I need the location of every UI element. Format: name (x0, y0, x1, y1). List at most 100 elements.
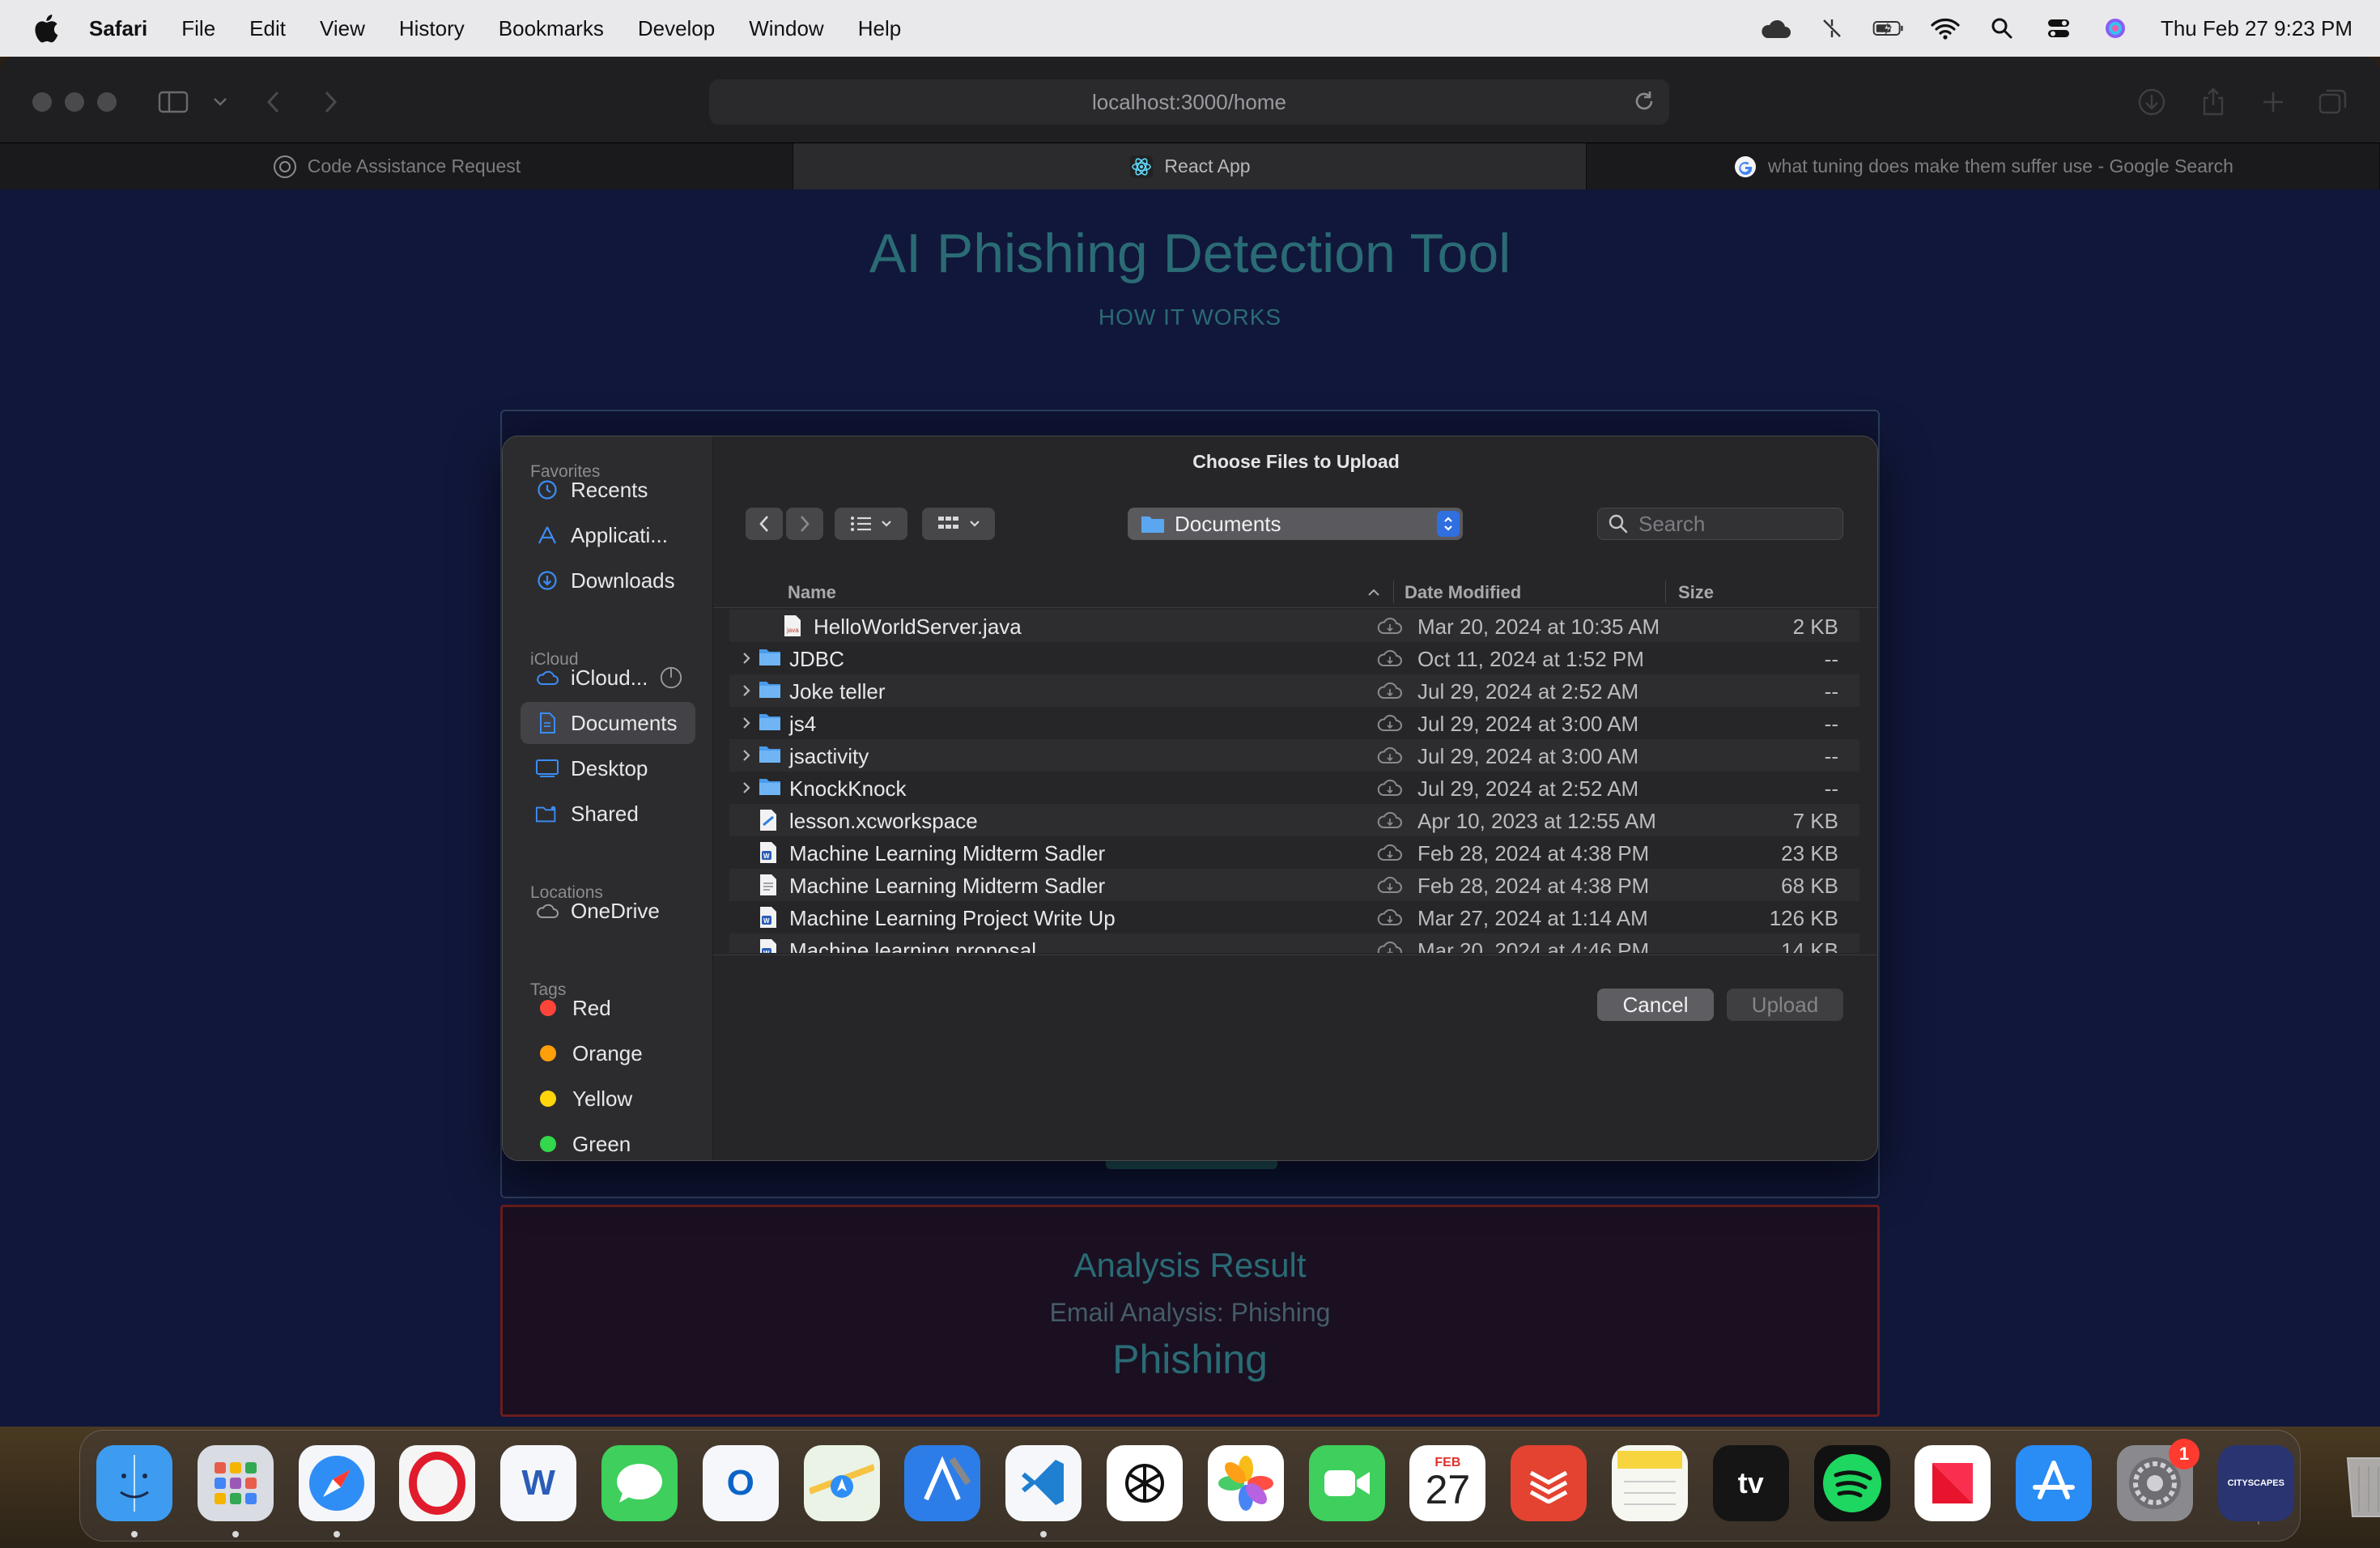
location-popup[interactable]: Documents (1128, 508, 1463, 540)
menu-edit[interactable]: Edit (249, 16, 286, 41)
wifi-icon[interactable] (1929, 12, 1961, 45)
sidebar-item-downloads[interactable]: Downloads (521, 559, 695, 602)
tab-code-assistance[interactable]: Code Assistance Request (0, 143, 793, 189)
back-icon[interactable] (256, 84, 291, 120)
tab-react-app[interactable]: React App (793, 143, 1587, 189)
sidebar-item-applications[interactable]: Applicati... (521, 514, 695, 556)
file-row[interactable]: java HelloWorldServer.java Mar 20, 2024 at… (729, 610, 1859, 642)
icloud-download-icon[interactable] (1377, 746, 1403, 765)
size-column-header[interactable]: Size (1678, 582, 1714, 603)
list-view-button[interactable] (835, 508, 907, 540)
share-icon[interactable] (2195, 84, 2231, 120)
sidebar-toggle-icon[interactable] (155, 84, 191, 120)
sidebar-item-icloud-drive[interactable]: iCloud... (521, 657, 695, 699)
dock-photos-icon[interactable] (1207, 1445, 1284, 1521)
dock-calendar-icon[interactable]: FEB 27 (1409, 1445, 1486, 1521)
sidebar-tag-orange[interactable]: Orange (521, 1032, 695, 1074)
group-view-button[interactable] (922, 508, 995, 540)
zoom-window-button[interactable] (97, 92, 117, 112)
sidebar-item-documents[interactable]: Documents (521, 702, 695, 744)
new-tab-icon[interactable] (2255, 84, 2291, 120)
menu-file[interactable]: File (181, 16, 215, 41)
dock-facetime-icon[interactable] (1308, 1445, 1385, 1521)
battery-icon[interactable] (1872, 12, 1905, 45)
dock-appstore-icon[interactable] (2016, 1445, 2093, 1521)
back-button[interactable] (746, 508, 783, 540)
dock-appletv-icon[interactable]: tv (1712, 1445, 1789, 1521)
mute-icon[interactable] (1816, 12, 1848, 45)
cancel-button[interactable]: Cancel (1597, 989, 1714, 1021)
dock-spotify-icon[interactable] (1813, 1445, 1890, 1521)
disclosure-triangle-icon[interactable] (737, 681, 755, 700)
sidebar-item-shared[interactable]: Shared (521, 793, 695, 835)
menu-view[interactable]: View (320, 16, 365, 41)
sidebar-item-onedrive[interactable]: OneDrive (521, 890, 695, 932)
sidebar-tag-green[interactable]: Green (521, 1123, 695, 1160)
file-row[interactable]: KnockKnock Jul 29, 2024 at 2:52 AM -- (729, 772, 1859, 804)
dock-notes-icon[interactable] (1612, 1445, 1688, 1521)
forward-icon[interactable] (312, 84, 348, 120)
file-row[interactable]: Joke teller Jul 29, 2024 at 2:52 AM -- (729, 674, 1859, 707)
file-row[interactable]: W Machine learning proposal Mar 20, 2024 a… (729, 933, 1859, 953)
date-column-header[interactable]: Date Modified (1405, 582, 1521, 603)
tab-google-search[interactable]: what tuning does make them suffer use - … (1587, 143, 2380, 189)
search-field[interactable]: Search (1597, 508, 1843, 540)
icloud-download-icon[interactable] (1377, 649, 1403, 668)
siri-icon[interactable] (2099, 12, 2131, 45)
forward-button[interactable] (786, 508, 823, 540)
dock-finder-icon[interactable] (96, 1445, 172, 1521)
dock-safari-icon[interactable] (298, 1445, 375, 1521)
dock-news-icon[interactable] (1915, 1445, 1991, 1521)
icloud-download-icon[interactable] (1377, 778, 1403, 797)
reload-icon[interactable] (1630, 87, 1658, 121)
file-row[interactable]: jsactivity Jul 29, 2024 at 3:00 AM -- (729, 739, 1859, 772)
sidebar-item-recents[interactable]: Recents (521, 469, 695, 511)
file-row[interactable]: Machine Learning Midterm Sadler Feb 28, 2… (729, 869, 1859, 901)
menu-bookmarks[interactable]: Bookmarks (499, 16, 604, 41)
icloud-download-icon[interactable] (1377, 843, 1403, 862)
icloud-download-icon[interactable] (1377, 713, 1403, 733)
file-row[interactable]: W Machine Learning Midterm Sadler Feb 28, … (729, 836, 1859, 869)
dock-opera-icon[interactable] (399, 1445, 476, 1521)
dock-chatgpt-icon[interactable] (1107, 1445, 1183, 1521)
icloud-download-icon[interactable] (1377, 810, 1403, 830)
sidebar-tag-yellow[interactable]: Yellow (521, 1078, 695, 1120)
dock-cityscapes-icon[interactable]: CITYSCAPES (2217, 1445, 2294, 1521)
apple-menu-icon[interactable] (31, 12, 60, 45)
dock-xcode-icon[interactable] (904, 1445, 981, 1521)
how-it-works-link[interactable]: HOW IT WORKS (0, 304, 2380, 330)
dock-word-icon[interactable]: W (500, 1445, 577, 1521)
address-bar[interactable]: localhost:3000/home (709, 79, 1669, 125)
file-row[interactable]: W Machine Learning Project Write Up Mar 27… (729, 901, 1859, 933)
close-window-button[interactable] (32, 92, 52, 112)
dock-todoist-icon[interactable] (1511, 1445, 1587, 1521)
icloud-download-icon[interactable] (1377, 940, 1403, 953)
file-row[interactable]: js4 Jul 29, 2024 at 3:00 AM -- (729, 707, 1859, 739)
sidebar-tag-red[interactable]: Red (521, 987, 695, 1029)
download-icon[interactable] (2134, 84, 2170, 120)
menu-window[interactable]: Window (749, 16, 823, 41)
name-column-header[interactable]: Name (788, 582, 836, 603)
dock-system-settings-icon[interactable]: 1 (2117, 1439, 2199, 1521)
chevron-down-icon[interactable] (202, 84, 238, 120)
disclosure-triangle-icon[interactable] (737, 778, 755, 797)
disclosure-triangle-icon[interactable] (737, 649, 755, 668)
upload-button[interactable]: Upload (1727, 989, 1843, 1021)
disclosure-triangle-icon[interactable] (737, 713, 755, 733)
menu-help[interactable]: Help (858, 16, 901, 41)
menubar-clock[interactable]: Thu Feb 27 9:23 PM (2161, 16, 2352, 41)
minimize-window-button[interactable] (65, 92, 84, 112)
dock-outlook-icon[interactable]: O (702, 1445, 779, 1521)
dock-messages-icon[interactable] (601, 1445, 678, 1521)
dock-maps-icon[interactable] (803, 1445, 880, 1521)
spotlight-search-icon[interactable] (1986, 12, 2018, 45)
disclosure-triangle-icon[interactable] (737, 746, 755, 765)
cloud-icon[interactable] (1759, 12, 1791, 45)
control-center-icon[interactable] (2042, 12, 2075, 45)
file-row[interactable]: lesson.xcworkspace Apr 10, 2023 at 12:55 … (729, 804, 1859, 836)
icloud-download-icon[interactable] (1377, 875, 1403, 895)
icloud-download-icon[interactable] (1377, 681, 1403, 700)
menu-safari[interactable]: Safari (89, 16, 147, 41)
tab-overview-icon[interactable] (2315, 84, 2351, 120)
dock-vscode-icon[interactable] (1005, 1445, 1082, 1521)
